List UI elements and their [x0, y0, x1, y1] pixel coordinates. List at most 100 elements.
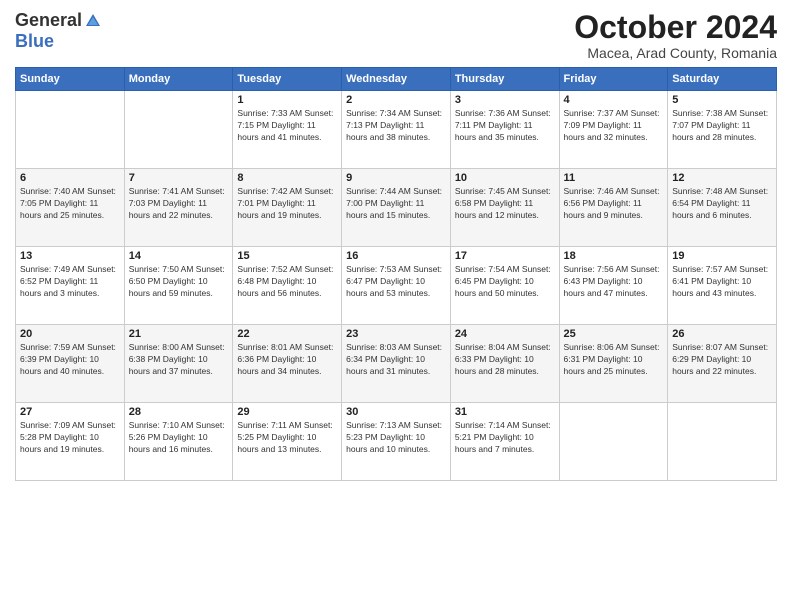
table-row: 12 Sunrise: 7:48 AM Sunset: 6:54 PM Dayli…	[668, 169, 777, 247]
calendar-header-row: Sunday Monday Tuesday Wednesday Thursday…	[16, 68, 777, 91]
table-row: 6Sunrise: 7:40 AM Sunset: 7:05 PM Daylig…	[16, 169, 125, 247]
header: General Blue October 2024 Macea, Arad Co…	[15, 10, 777, 61]
day-info: Sunrise: 7:45 AM Sunset: 6:58 PM Dayligh…	[455, 186, 555, 222]
table-row: 16Sunrise: 7:53 AM Sunset: 6:47 PM Dayli…	[342, 247, 451, 325]
day-info: Sunrise: 8:07 AM Sunset: 6:29 PM Dayligh…	[672, 342, 772, 378]
calendar-week-row: 6Sunrise: 7:40 AM Sunset: 7:05 PM Daylig…	[16, 169, 777, 247]
table-row: 19 Sunrise: 7:57 AM Sunset: 6:41 PM Dayli…	[668, 247, 777, 325]
table-row: 26Sunrise: 8:07 AM Sunset: 6:29 PM Dayli…	[668, 325, 777, 403]
header-wednesday: Wednesday	[342, 68, 451, 91]
title-block: October 2024 Macea, Arad County, Romania	[574, 10, 777, 61]
day-info: Sunrise: 8:04 AM Sunset: 6:33 PM Dayligh…	[455, 342, 555, 378]
day-info: Sunrise: 7:38 AM Sunset: 7:07 PM Dayligh…	[672, 108, 772, 144]
table-row	[16, 91, 125, 169]
day-info: Sunrise: 7:54 AM Sunset: 6:45 PM Dayligh…	[455, 264, 555, 300]
day-info: Sunrise: 7:13 AM Sunset: 5:23 PM Dayligh…	[346, 420, 446, 456]
table-row: 1 Sunrise: 7:33 AM Sunset: 7:15 PM Daylig…	[233, 91, 342, 169]
day-number: 23	[346, 328, 446, 340]
day-info: Sunrise: 7:40 AM Sunset: 7:05 PM Dayligh…	[20, 186, 120, 222]
day-info: Sunrise: 7:33 AM Sunset: 7:15 PM Dayligh…	[237, 108, 337, 144]
header-saturday: Saturday	[668, 68, 777, 91]
table-row: 22 Sunrise: 8:01 AM Sunset: 6:36 PM Dayli…	[233, 325, 342, 403]
month-title: October 2024	[574, 10, 777, 45]
table-row: 8 Sunrise: 7:42 AM Sunset: 7:01 PM Daylig…	[233, 169, 342, 247]
page: General Blue October 2024 Macea, Arad Co…	[0, 0, 792, 612]
day-number: 16	[346, 250, 446, 262]
table-row: 7 Sunrise: 7:41 AM Sunset: 7:03 PM Daylig…	[124, 169, 233, 247]
day-info: Sunrise: 7:37 AM Sunset: 7:09 PM Dayligh…	[564, 108, 664, 144]
table-row: 18 Sunrise: 7:56 AM Sunset: 6:43 PM Dayli…	[559, 247, 668, 325]
day-info: Sunrise: 7:49 AM Sunset: 6:52 PM Dayligh…	[20, 264, 120, 300]
table-row: 20 Sunrise: 7:59 AM Sunset: 6:39 PM Dayli…	[16, 325, 125, 403]
table-row	[668, 403, 777, 481]
table-row: 4 Sunrise: 7:37 AM Sunset: 7:09 PM Daylig…	[559, 91, 668, 169]
day-number: 11	[564, 172, 664, 184]
day-number: 12	[672, 172, 772, 184]
logo-general-text: General	[15, 10, 82, 31]
table-row: 23 Sunrise: 8:03 AM Sunset: 6:34 PM Dayli…	[342, 325, 451, 403]
day-number: 8	[237, 172, 337, 184]
day-info: Sunrise: 7:36 AM Sunset: 7:11 PM Dayligh…	[455, 108, 555, 144]
day-info: Sunrise: 7:09 AM Sunset: 5:28 PM Dayligh…	[20, 420, 120, 456]
table-row: 24 Sunrise: 8:04 AM Sunset: 6:33 PM Dayli…	[450, 325, 559, 403]
table-row	[124, 91, 233, 169]
day-info: Sunrise: 7:11 AM Sunset: 5:25 PM Dayligh…	[237, 420, 337, 456]
day-number: 29	[237, 406, 337, 418]
table-row	[559, 403, 668, 481]
header-monday: Monday	[124, 68, 233, 91]
day-info: Sunrise: 7:56 AM Sunset: 6:43 PM Dayligh…	[564, 264, 664, 300]
day-number: 5	[672, 94, 772, 106]
header-sunday: Sunday	[16, 68, 125, 91]
day-number: 31	[455, 406, 555, 418]
day-number: 10	[455, 172, 555, 184]
table-row: 14 Sunrise: 7:50 AM Sunset: 6:50 PM Dayli…	[124, 247, 233, 325]
day-number: 17	[455, 250, 555, 262]
day-number: 30	[346, 406, 446, 418]
day-info: Sunrise: 8:01 AM Sunset: 6:36 PM Dayligh…	[237, 342, 337, 378]
header-friday: Friday	[559, 68, 668, 91]
calendar-week-row: 1 Sunrise: 7:33 AM Sunset: 7:15 PM Daylig…	[16, 91, 777, 169]
day-number: 9	[346, 172, 446, 184]
day-info: Sunrise: 7:10 AM Sunset: 5:26 PM Dayligh…	[129, 420, 229, 456]
table-row: 29 Sunrise: 7:11 AM Sunset: 5:25 PM Dayli…	[233, 403, 342, 481]
table-row: 21Sunrise: 8:00 AM Sunset: 6:38 PM Dayli…	[124, 325, 233, 403]
table-row: 27Sunrise: 7:09 AM Sunset: 5:28 PM Dayli…	[16, 403, 125, 481]
day-number: 21	[129, 328, 229, 340]
location-title: Macea, Arad County, Romania	[574, 45, 777, 61]
day-info: Sunrise: 8:06 AM Sunset: 6:31 PM Dayligh…	[564, 342, 664, 378]
day-number: 14	[129, 250, 229, 262]
day-info: Sunrise: 7:41 AM Sunset: 7:03 PM Dayligh…	[129, 186, 229, 222]
day-number: 24	[455, 328, 555, 340]
logo: General Blue	[15, 10, 102, 52]
day-number: 15	[237, 250, 337, 262]
header-tuesday: Tuesday	[233, 68, 342, 91]
header-thursday: Thursday	[450, 68, 559, 91]
day-number: 25	[564, 328, 664, 340]
day-info: Sunrise: 8:03 AM Sunset: 6:34 PM Dayligh…	[346, 342, 446, 378]
day-number: 18	[564, 250, 664, 262]
table-row: 11 Sunrise: 7:46 AM Sunset: 6:56 PM Dayli…	[559, 169, 668, 247]
day-info: Sunrise: 7:48 AM Sunset: 6:54 PM Dayligh…	[672, 186, 772, 222]
day-number: 22	[237, 328, 337, 340]
day-number: 20	[20, 328, 120, 340]
table-row: 10 Sunrise: 7:45 AM Sunset: 6:58 PM Dayli…	[450, 169, 559, 247]
day-info: Sunrise: 7:59 AM Sunset: 6:39 PM Dayligh…	[20, 342, 120, 378]
day-number: 4	[564, 94, 664, 106]
day-number: 7	[129, 172, 229, 184]
table-row: 3Sunrise: 7:36 AM Sunset: 7:11 PM Daylig…	[450, 91, 559, 169]
day-number: 13	[20, 250, 120, 262]
logo-icon	[84, 12, 102, 30]
day-info: Sunrise: 7:52 AM Sunset: 6:48 PM Dayligh…	[237, 264, 337, 300]
day-number: 1	[237, 94, 337, 106]
day-info: Sunrise: 7:46 AM Sunset: 6:56 PM Dayligh…	[564, 186, 664, 222]
table-row: 31Sunrise: 7:14 AM Sunset: 5:21 PM Dayli…	[450, 403, 559, 481]
day-number: 19	[672, 250, 772, 262]
calendar-week-row: 13 Sunrise: 7:49 AM Sunset: 6:52 PM Dayli…	[16, 247, 777, 325]
day-number: 2	[346, 94, 446, 106]
day-info: Sunrise: 7:57 AM Sunset: 6:41 PM Dayligh…	[672, 264, 772, 300]
day-info: Sunrise: 7:50 AM Sunset: 6:50 PM Dayligh…	[129, 264, 229, 300]
day-info: Sunrise: 7:42 AM Sunset: 7:01 PM Dayligh…	[237, 186, 337, 222]
table-row: 17 Sunrise: 7:54 AM Sunset: 6:45 PM Dayli…	[450, 247, 559, 325]
table-row: 30 Sunrise: 7:13 AM Sunset: 5:23 PM Dayli…	[342, 403, 451, 481]
calendar-week-row: 20 Sunrise: 7:59 AM Sunset: 6:39 PM Dayli…	[16, 325, 777, 403]
